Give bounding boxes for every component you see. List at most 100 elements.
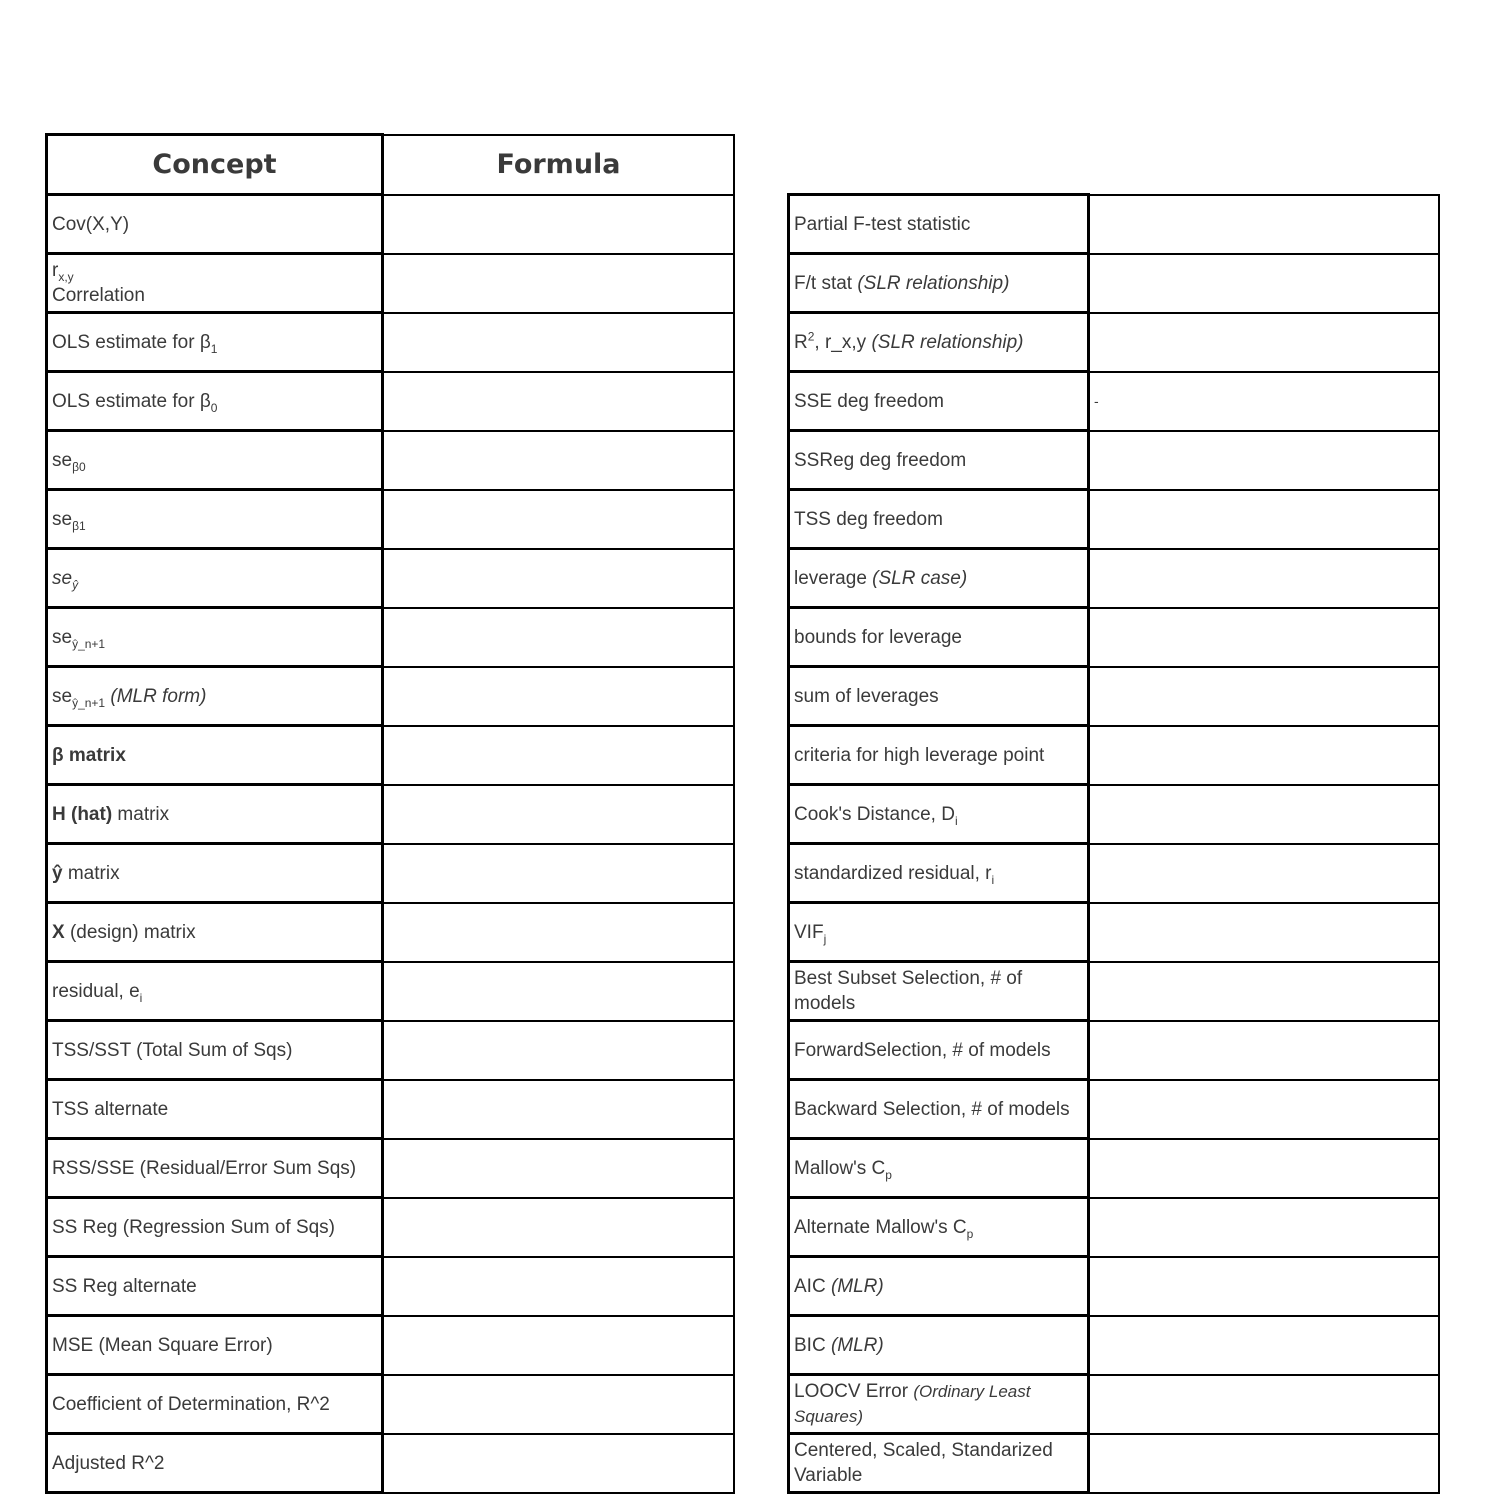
formula-cell[interactable] [1087, 252, 1440, 314]
formula-cell[interactable] [1087, 1137, 1440, 1199]
concept-cell: F/t stat (SLR relationship) [787, 252, 1090, 314]
concept-main: Alternate Mallow's C [794, 1216, 967, 1238]
table-row: SSReg deg freedom [787, 429, 1440, 491]
formula-cell[interactable] [381, 1255, 735, 1317]
concept-main: LOOCV Error [794, 1381, 914, 1402]
concept-main: criteria for high leverage point [794, 744, 1045, 766]
table-row: OLS estimate for β0 [45, 370, 735, 432]
concept-main: F/t stat [794, 272, 858, 294]
formula-cell[interactable] [1087, 1019, 1440, 1081]
table-row: TSS alternate [45, 1078, 735, 1140]
concept-note: (SLR relationship) [857, 272, 1010, 294]
concept-note: (MLR form) [110, 685, 207, 707]
formula-cell[interactable] [381, 1432, 735, 1494]
concept-main: standardized residual, r [794, 862, 992, 884]
concept-sub: 1 [210, 341, 218, 356]
table-row: Adjusted R^2 [45, 1432, 735, 1494]
concept-main2: , r_x,y [814, 331, 872, 353]
formula-cell[interactable] [381, 252, 735, 314]
concept-main: Centered, Scaled, Standarized Variable [794, 1440, 1053, 1486]
formula-cell[interactable] [1087, 842, 1440, 904]
concept-cell: TSS/SST (Total Sum of Sqs) [45, 1019, 384, 1081]
concept-cell: OLS estimate for β0 [45, 370, 384, 432]
formula-cell[interactable]: - [1087, 370, 1440, 432]
formula-cell[interactable] [381, 1137, 735, 1199]
formula-cell[interactable] [381, 901, 735, 963]
formula-cell[interactable] [1087, 429, 1440, 491]
formula-cell[interactable] [381, 488, 735, 550]
formula-cell[interactable] [381, 1019, 735, 1081]
formula-cell[interactable] [1087, 1196, 1440, 1258]
concept-cell: ForwardSelection, # of models [787, 1019, 1090, 1081]
formula-cell[interactable] [381, 724, 735, 786]
formula-cell[interactable] [1087, 901, 1440, 963]
concept-note: (MLR) [830, 1275, 884, 1297]
concept-cell: Centered, Scaled, Standarized Variable [787, 1432, 1090, 1494]
formula-cell[interactable] [381, 842, 735, 904]
formula-cell[interactable] [1087, 783, 1440, 845]
concept-main: Mallow's C [794, 1157, 886, 1179]
concept-cell: SSReg deg freedom [787, 429, 1090, 491]
formula-cell[interactable] [1087, 1373, 1440, 1435]
formula-cell[interactable] [1087, 193, 1440, 255]
concept-sub: ŷ [72, 577, 79, 592]
concept-main: SS Reg (Regression Sum of Sqs) [52, 1216, 336, 1238]
formula-cell[interactable] [381, 1314, 735, 1376]
table-row: rx,y Correlation [45, 252, 735, 314]
concept-bold: H (hat) [52, 803, 113, 825]
formula-cell[interactable] [381, 1078, 735, 1140]
concept-main: TSS alternate [52, 1098, 169, 1120]
formula-cell[interactable] [1087, 1255, 1440, 1317]
formula-cell[interactable] [381, 783, 735, 845]
header-row: Concept Formula [45, 133, 735, 196]
table-row: F/t stat (SLR relationship) [787, 252, 1440, 314]
formula-cell[interactable] [381, 665, 735, 727]
table-row: bounds for leverage [787, 606, 1440, 668]
formula-cell[interactable] [381, 606, 735, 668]
table-row: Alternate Mallow's Cp [787, 1196, 1440, 1258]
formula-cell[interactable] [381, 370, 735, 432]
formula-cell[interactable] [381, 193, 735, 255]
concept-cell: criteria for high leverage point [787, 724, 1090, 786]
formula-cell[interactable] [1087, 606, 1440, 668]
formula-cell[interactable] [1087, 665, 1440, 727]
formula-cell[interactable] [381, 1373, 735, 1435]
formula-cell[interactable] [1087, 547, 1440, 609]
concept-cell: Best Subset Selection, # of models [787, 960, 1090, 1022]
formula-cell[interactable] [1087, 724, 1440, 786]
formula-cell[interactable] [1087, 1078, 1440, 1140]
concept-cell: RSS/SSE (Residual/Error Sum Sqs) [45, 1137, 384, 1199]
formula-cell[interactable] [381, 1196, 735, 1258]
table-row: Centered, Scaled, Standarized Variable [787, 1432, 1440, 1494]
concept-sub: ŷ_n+1 [72, 695, 106, 710]
concept-main: Adjusted R^2 [52, 1452, 165, 1474]
concept-sub: 0 [210, 400, 218, 415]
table-row: seŷ_n+1 [45, 606, 735, 668]
concept-main: Cov(X,Y) [52, 213, 130, 235]
formula-cell[interactable] [1087, 488, 1440, 550]
concept-note: (SLR case) [872, 567, 968, 589]
formula-cell[interactable] [381, 547, 735, 609]
concept-note: (MLR) [830, 1334, 884, 1356]
concept-cell: MSE (Mean Square Error) [45, 1314, 384, 1376]
concept-main: (design) matrix [64, 921, 196, 943]
concept-cell: seβ0 [45, 429, 384, 491]
table-row: Cook's Distance, Di [787, 783, 1440, 845]
concept-main: BIC [794, 1334, 831, 1356]
formula-cell[interactable] [381, 429, 735, 491]
formula-cell[interactable] [1087, 1432, 1440, 1494]
concept-main: Coefficient of Determination, R^2 [52, 1393, 330, 1415]
formula-cell[interactable] [381, 311, 735, 373]
table-row: ForwardSelection, # of models [787, 1019, 1440, 1081]
concept-note: (SLR relationship) [871, 331, 1024, 353]
table-row: sum of leverages [787, 665, 1440, 727]
formula-cell[interactable] [1087, 960, 1440, 1022]
table-row: RSS/SSE (Residual/Error Sum Sqs) [45, 1137, 735, 1199]
formula-cell[interactable] [381, 960, 735, 1022]
formula-cell[interactable] [1087, 311, 1440, 373]
concept-cell: seŷ [45, 547, 384, 609]
concept-cell: Coefficient of Determination, R^2 [45, 1373, 384, 1435]
formula-cell[interactable] [1087, 1314, 1440, 1376]
concept-main: Partial F-test statistic [794, 213, 971, 235]
concept-sub: i [991, 872, 995, 887]
